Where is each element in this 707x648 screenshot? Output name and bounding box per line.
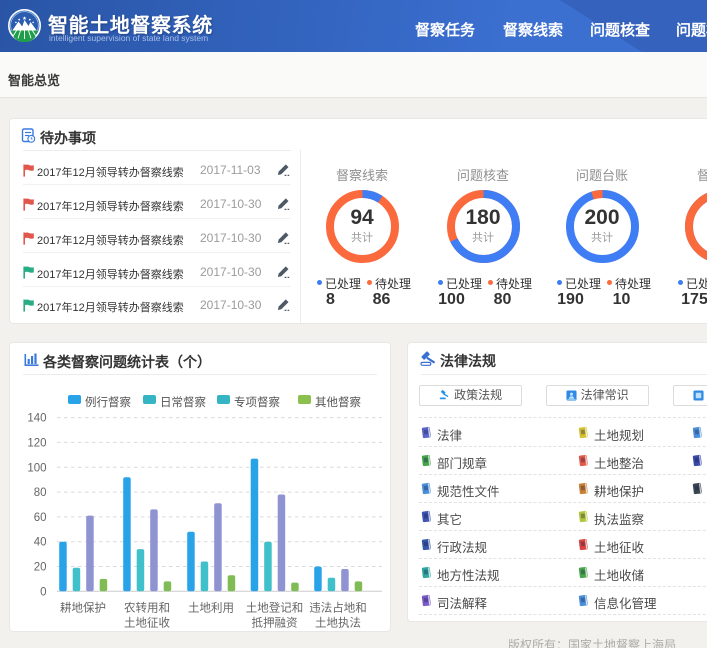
svg-text:土地登记和: 土地登记和	[246, 601, 304, 615]
svg-text:违法占地和: 违法占地和	[309, 601, 367, 615]
svg-text:耕地保护: 耕地保护	[60, 601, 106, 615]
svg-text:20: 20	[34, 562, 47, 574]
svg-text:120: 120	[27, 437, 46, 449]
svg-text:土地利用: 土地利用	[188, 602, 234, 615]
svg-text:土地征收: 土地征收	[124, 616, 170, 630]
svg-text:土地执法: 土地执法	[315, 616, 361, 630]
svg-text:140: 140	[27, 413, 46, 425]
svg-text:80: 80	[34, 487, 47, 499]
svg-text:60: 60	[34, 512, 47, 524]
svg-text:40: 40	[34, 537, 47, 549]
svg-text:0: 0	[40, 586, 46, 598]
svg-text:抵押融资: 抵押融资	[252, 616, 298, 630]
svg-text:农转用和: 农转用和	[124, 601, 170, 615]
svg-text:100: 100	[27, 462, 46, 474]
